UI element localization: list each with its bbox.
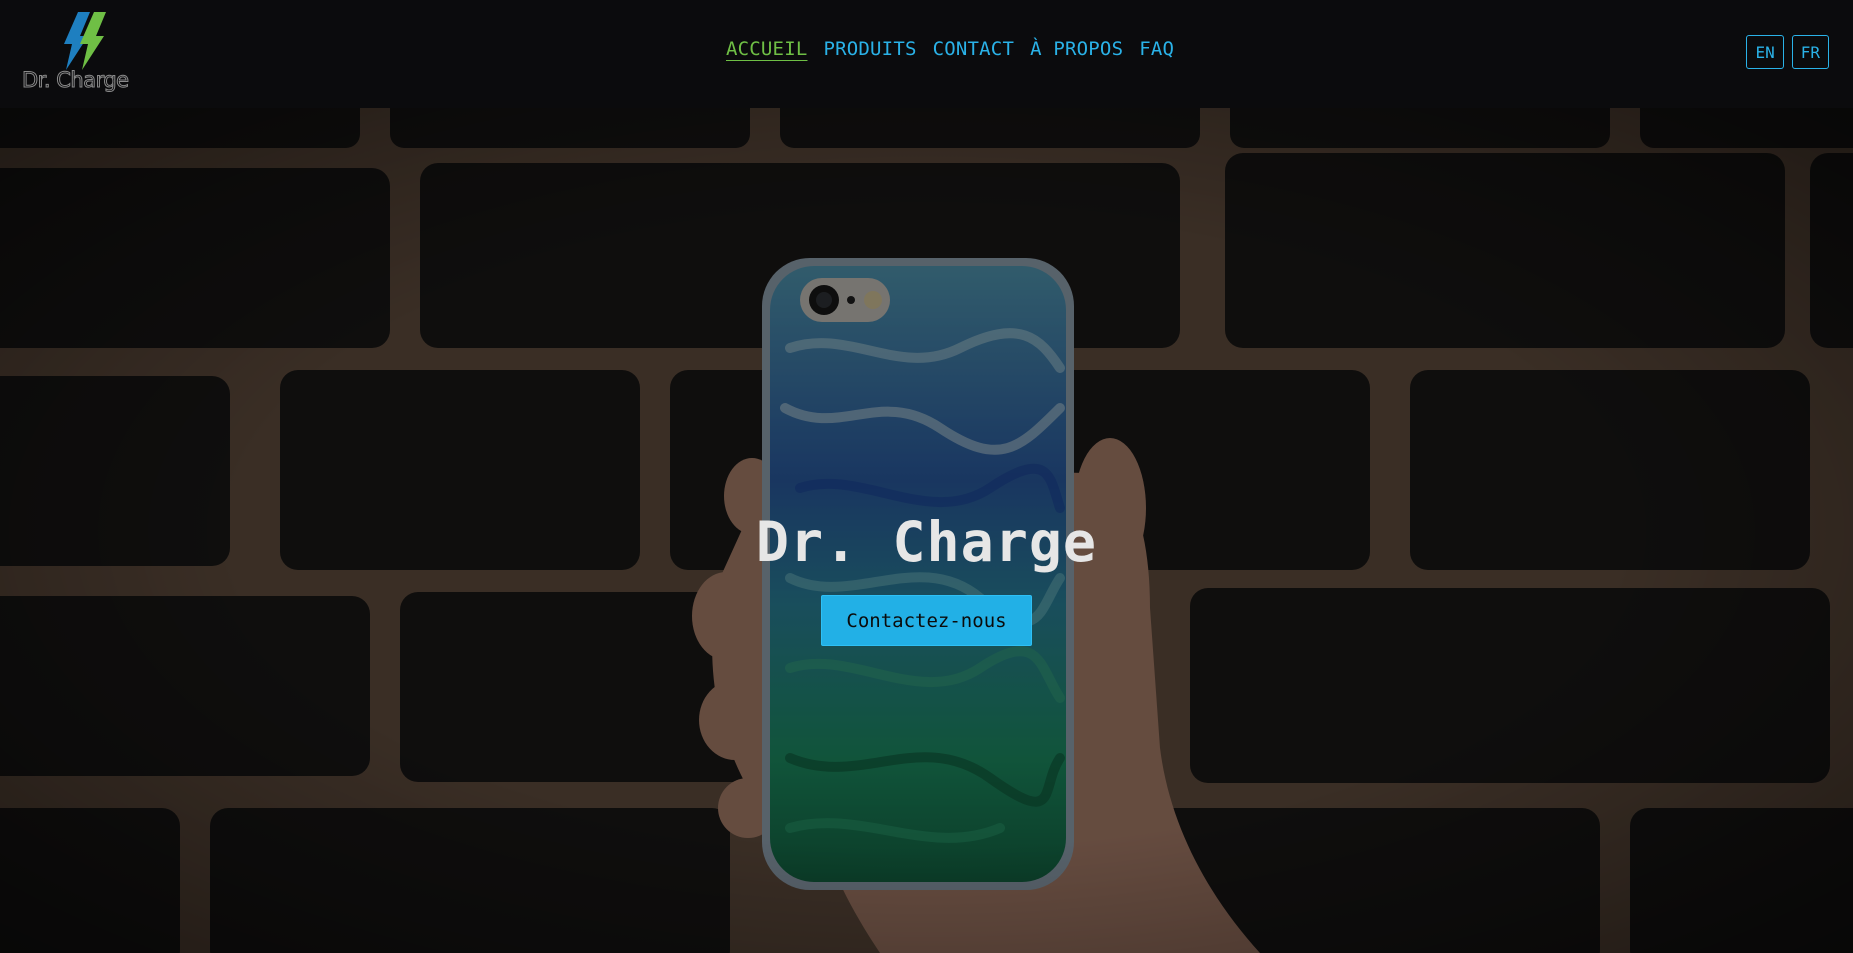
site-header: Dr. Charge ACCUEIL PRODUITS CONTACT À PR… [0,0,1853,108]
contact-us-button[interactable]: Contactez-nous [821,595,1032,646]
lightning-icon [64,12,106,70]
language-switcher: EN FR [1746,35,1829,69]
brand-logo[interactable]: Dr. Charge [22,10,148,94]
nav-item-contact[interactable]: CONTACT [933,38,1014,60]
hero-section: Dr. Charge Contactez-nous [0,108,1853,953]
hero-title: Dr. Charge [755,510,1098,574]
logo-wordmark: Dr. Charge [22,68,130,93]
main-nav: ACCUEIL PRODUITS CONTACT À PROPOS FAQ [726,38,1174,60]
nav-item-a-propos[interactable]: À PROPOS [1030,38,1123,60]
nav-item-faq[interactable]: FAQ [1139,38,1174,60]
language-fr-button[interactable]: FR [1791,35,1829,69]
nav-item-produits[interactable]: PRODUITS [823,38,916,60]
nav-item-accueil[interactable]: ACCUEIL [726,38,807,60]
language-en-button[interactable]: EN [1746,35,1784,69]
